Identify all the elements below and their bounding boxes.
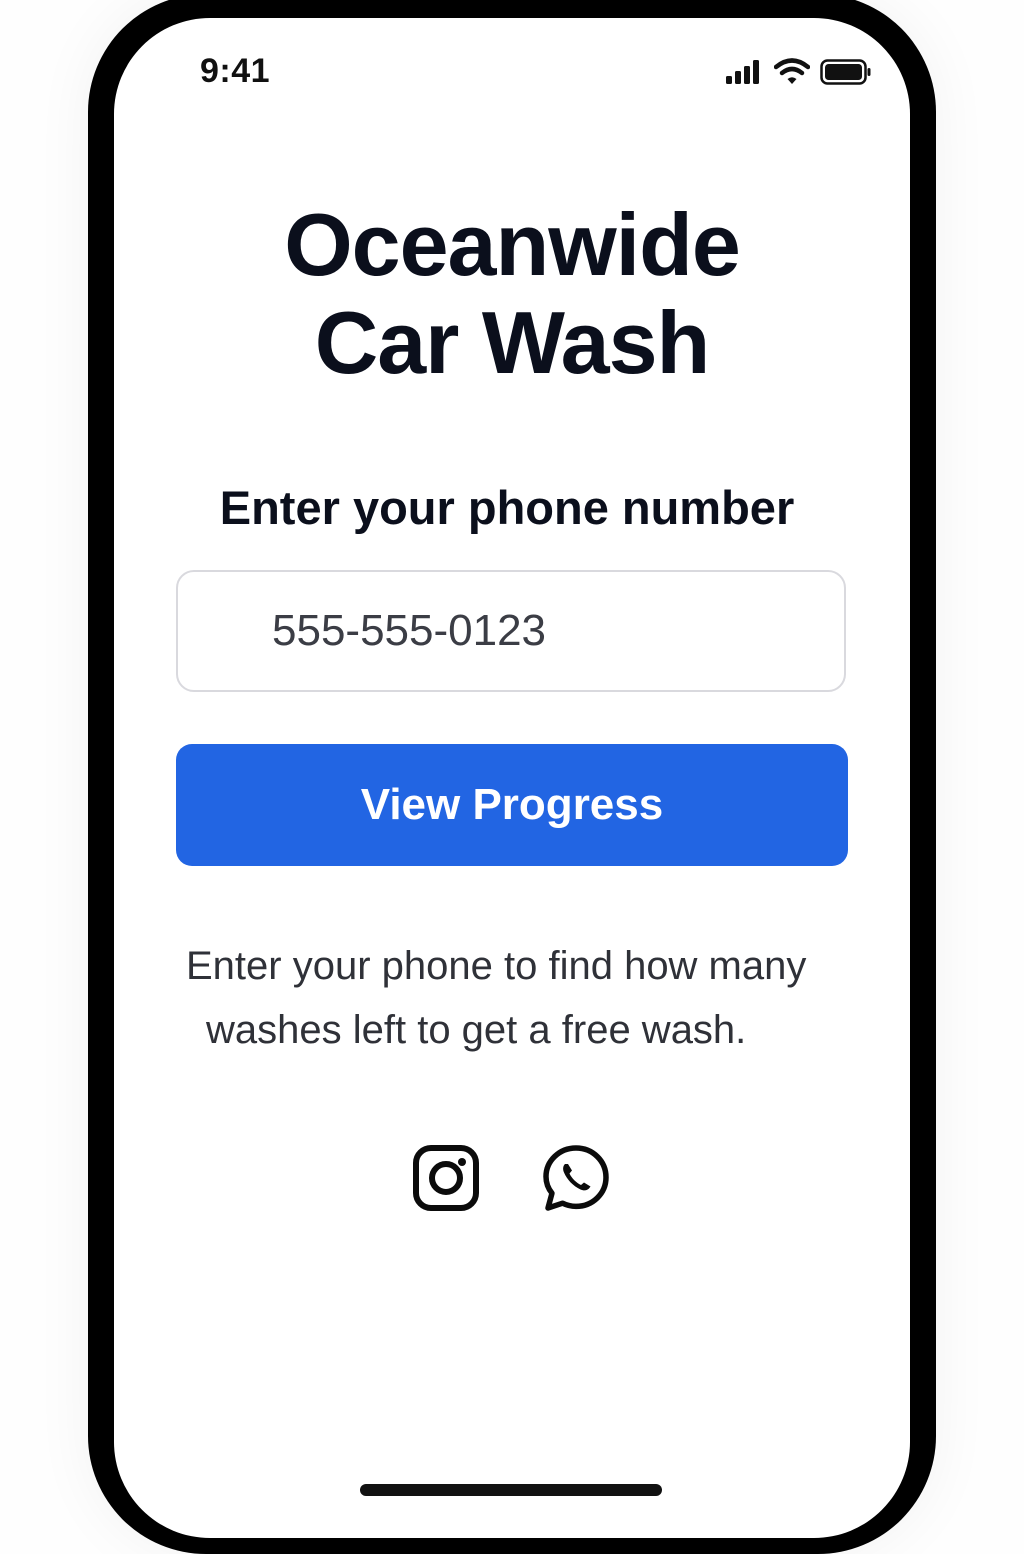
phone-number-input[interactable] — [176, 570, 846, 692]
wifi-icon — [774, 58, 810, 84]
helper-text-line-1: Enter your phone to find how many — [186, 944, 807, 988]
social-links — [410, 1142, 612, 1214]
view-progress-button[interactable]: View Progress — [176, 744, 848, 866]
app-title-line-1: Oceanwide — [284, 195, 741, 294]
status-time: 9:41 — [200, 52, 271, 90]
app-screen: 9:41 Oceanwide Car Wash Enter your phone… — [114, 18, 910, 1538]
status-bar: 9:41 — [114, 18, 910, 128]
home-indicator[interactable] — [360, 1484, 662, 1496]
helper-text: Enter your phone to find how many washes… — [174, 934, 874, 1062]
signal-icon — [726, 60, 759, 84]
instagram-icon — [413, 1145, 479, 1211]
whatsapp-link[interactable] — [540, 1142, 612, 1214]
status-icons — [724, 58, 872, 86]
app-title-line-2: Car Wash — [314, 293, 711, 392]
battery-icon — [820, 59, 871, 85]
helper-text-line-2: washes left to get a free wash. — [206, 1008, 747, 1052]
whatsapp-icon — [543, 1145, 609, 1211]
instagram-link[interactable] — [410, 1142, 482, 1214]
phone-number-label: Enter your phone number — [219, 481, 795, 534]
app-title: Oceanwide Car Wash — [114, 196, 910, 392]
